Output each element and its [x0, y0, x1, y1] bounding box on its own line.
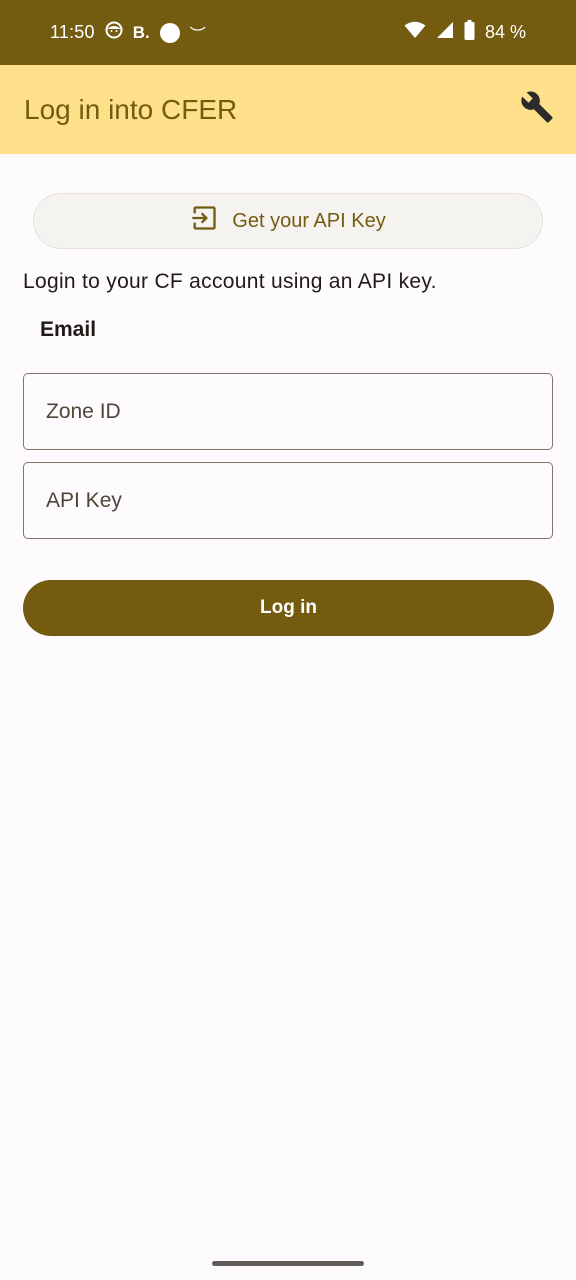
wrench-icon	[520, 90, 554, 129]
status-time: 11:50	[50, 22, 95, 42]
circle-notification-icon	[159, 22, 180, 43]
login-description: Login to your CF account using an API ke…	[23, 270, 437, 293]
status-bar: 11:50 B. ︶ 84 %	[0, 0, 576, 65]
api-key-field[interactable]: API Key	[23, 462, 553, 539]
api-key-placeholder: API Key	[46, 488, 122, 512]
home-indicator[interactable]	[212, 1261, 364, 1266]
login-arrow-icon	[190, 204, 218, 238]
zone-id-placeholder: Zone ID	[46, 399, 121, 423]
login-button[interactable]: Log in	[23, 580, 554, 636]
battery-icon	[464, 20, 475, 45]
zone-id-field[interactable]: Zone ID	[23, 373, 553, 450]
get-api-key-label: Get your API Key	[232, 209, 386, 232]
email-label: Email	[40, 318, 97, 341]
page-title: Log in into CFER	[24, 93, 238, 125]
signal-icon	[436, 21, 454, 44]
face-notification-icon	[105, 21, 123, 44]
status-right: 84 %	[404, 20, 526, 45]
battery-level: 84 %	[484, 22, 526, 42]
get-api-key-button[interactable]: Get your API Key	[33, 193, 543, 249]
amazon-notification-icon: ︶	[189, 26, 206, 44]
status-left: 11:50 B. ︶	[50, 21, 206, 45]
booking-notification-icon: B.	[132, 23, 150, 42]
login-button-label: Log in	[260, 597, 317, 618]
settings-wrench-button[interactable]	[520, 90, 554, 129]
wifi-icon	[404, 21, 426, 44]
app-bar: Log in into CFER	[0, 65, 576, 154]
